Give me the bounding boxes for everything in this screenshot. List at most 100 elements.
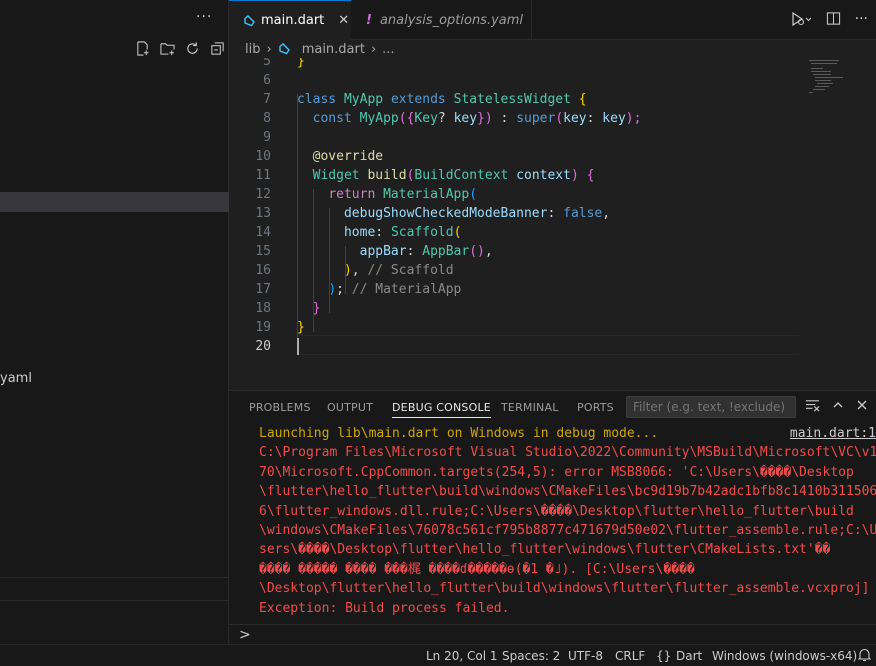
explorer-more-actions-button[interactable]: ··· [196, 9, 212, 25]
encoding[interactable]: UTF-8 [568, 649, 603, 663]
tab-main-dart[interactable]: main.dart ✕ [229, 0, 351, 40]
code-line: 19 } [229, 318, 876, 337]
line-endings[interactable]: CRLF [615, 649, 645, 663]
tab-terminal[interactable]: TERMINAL [501, 401, 559, 414]
editor-actions: ··· [790, 11, 868, 31]
status-bar: Ln 20, Col 1 Spaces: 2 UTF-8 CRLF {} Dar… [0, 644, 876, 666]
code-text: debugShowCheckedModeBanner: false, [343, 206, 611, 221]
collapse-all-icon[interactable] [208, 39, 227, 58]
console-input-divider [229, 624, 876, 625]
code-text: return MaterialApp( [328, 187, 478, 202]
more-actions-icon[interactable]: ··· [855, 11, 868, 31]
code-text: ); // MaterialApp [328, 282, 462, 297]
chevron-right-icon: › [266, 41, 272, 57]
line-number: 18 [255, 301, 271, 316]
console-filter-input[interactable] [626, 396, 796, 418]
code-line: 10 @override [229, 147, 876, 166]
line-number: 9 [263, 130, 271, 145]
code-text: const MyApp({Key? key}) : super(key: key… [312, 111, 642, 126]
panel-actions [805, 399, 868, 416]
code-line: 7 class MyApp extends StatelessWidget { [229, 90, 876, 109]
split-editor-icon[interactable] [826, 11, 841, 31]
tree-item-yaml[interactable]: yaml [0, 371, 32, 386]
console-line: Launching lib\main.dart on Windows in de… [259, 424, 876, 443]
console-error-line: ���� ����� ���� ���梶 ����ɗ�����ө(�1 �˩).… [259, 561, 695, 577]
code-line: 11 Widget build(BuildContext context) { [229, 166, 876, 185]
code-line: 9 [229, 128, 876, 147]
code-line: 15 appBar: AppBar(), [229, 242, 876, 261]
bottom-panel: PROBLEMS OUTPUT DEBUG CONSOLE TERMINAL P… [229, 390, 876, 644]
line-number: 13 [255, 206, 271, 221]
debug-console-output: Launching lib\main.dart on Windows in de… [259, 424, 876, 618]
code-text: } [297, 58, 305, 69]
panel-tabs: PROBLEMS OUTPUT DEBUG CONSOLE TERMINAL P… [229, 391, 876, 424]
clear-console-icon[interactable] [805, 399, 820, 416]
tab-label: analysis_options.yaml [379, 12, 524, 28]
console-error-line: 70\Microsoft.CppCommon.targets(254,5): e… [259, 464, 854, 480]
source-link[interactable]: main.dart:1 [790, 424, 876, 443]
tab-problems[interactable]: PROBLEMS [249, 401, 311, 414]
code-line: 12 return MaterialApp( [229, 185, 876, 204]
explorer-actions [133, 39, 227, 58]
close-panel-icon[interactable] [856, 399, 868, 416]
code-editor[interactable]: 5 } 6 7 class MyApp extends StatelessWid… [229, 58, 876, 390]
line-number: 20 [255, 339, 271, 354]
language-mode[interactable]: Dart [676, 649, 702, 663]
console-error-line: \Desktop\flutter\hello_flutter\build\win… [259, 581, 870, 597]
chevron-right-icon: › [370, 41, 377, 57]
maximize-panel-icon[interactable] [832, 399, 844, 416]
line-number: 17 [255, 282, 271, 297]
device-selector[interactable]: Windows (windows-x64) [712, 649, 857, 663]
line-number: 7 [263, 92, 271, 107]
cursor-position[interactable]: Ln 20, Col 1 [426, 649, 498, 663]
line-number: 16 [255, 263, 271, 278]
console-prompt-icon[interactable]: > [239, 627, 251, 643]
code-text: home: Scaffold( [343, 225, 462, 240]
code-text: } [297, 320, 305, 335]
line-number: 10 [255, 149, 271, 164]
indentation[interactable]: Spaces: 2 [502, 649, 560, 663]
tab-label: main.dart [261, 13, 325, 28]
code-line: 17 ); // MaterialApp [229, 280, 876, 299]
new-file-icon[interactable] [133, 39, 152, 58]
dart-file-icon [278, 43, 290, 55]
breadcrumb: lib › main.dart › ... [229, 40, 876, 58]
code-text [297, 338, 299, 355]
line-number: 8 [263, 111, 271, 126]
code-line: 18 } [229, 299, 876, 318]
line-number: 12 [255, 187, 271, 202]
code-text: Widget build(BuildContext context) { [312, 168, 595, 183]
code-line: 8 const MyApp({Key? key}) : super(key: k… [229, 109, 876, 128]
breadcrumb-folder[interactable]: lib [245, 42, 260, 57]
explorer-sidebar: ··· yaml [0, 0, 229, 644]
code-text: ), // Scaffold [343, 263, 454, 278]
tab-ports[interactable]: PORTS [577, 401, 614, 414]
line-number: 5 [263, 58, 271, 69]
sidebar-divider [0, 577, 229, 578]
new-folder-icon[interactable] [158, 39, 177, 58]
console-error-line: \flutter\hello_flutter\build\windows\CMa… [259, 484, 876, 500]
breadcrumb-file[interactable]: main.dart [302, 42, 365, 57]
refresh-icon[interactable] [183, 39, 202, 58]
line-number: 11 [255, 168, 271, 183]
console-error-line: Exception: Build process failed. [259, 600, 510, 616]
code-text: appBar: AppBar(), [359, 244, 493, 259]
yaml-warning-icon: ! [366, 12, 372, 28]
console-error-line: \windows\CMakeFiles\76078c561cf795b8877c… [259, 523, 876, 539]
code-line: 13 debugShowCheckedModeBanner: false, [229, 204, 876, 223]
tab-debug-console[interactable]: DEBUG CONSOLE [392, 401, 491, 418]
code-line: 14 home: Scaffold( [229, 223, 876, 242]
code-line: 20 [229, 337, 876, 356]
close-icon[interactable]: ✕ [338, 13, 349, 28]
code-line: 6 [229, 71, 876, 90]
code-text: } [312, 301, 321, 316]
notifications-icon[interactable] [857, 648, 872, 665]
text-cursor [297, 338, 299, 355]
selected-tree-row[interactable] [0, 192, 229, 212]
breadcrumb-symbol[interactable]: ... [382, 42, 394, 57]
language-braces-icon[interactable]: {} [656, 649, 671, 663]
tab-output[interactable]: OUTPUT [327, 401, 373, 414]
run-debug-icon[interactable] [790, 11, 812, 31]
code-text: @override [312, 149, 384, 164]
tab-analysis-options[interactable]: ! analysis_options.yaml [352, 0, 532, 40]
